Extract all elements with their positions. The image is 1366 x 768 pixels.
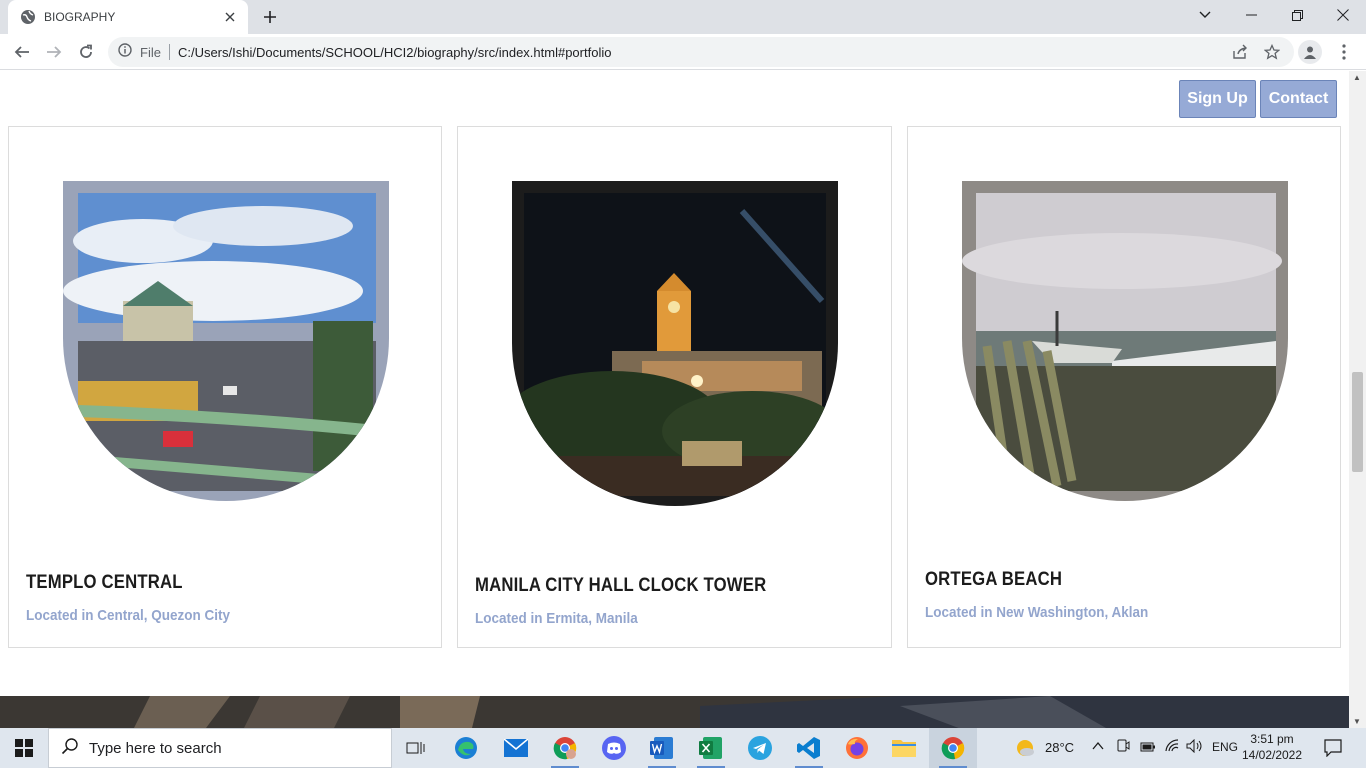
card-location: Located in New Washington, Aklan: [925, 604, 1149, 621]
chevron-up-icon[interactable]: [1092, 739, 1104, 757]
tab-strip: BIOGRAPHY: [0, 0, 1366, 34]
weather-sun-icon[interactable]: [1014, 737, 1036, 764]
task-view-icon[interactable]: [392, 728, 440, 768]
chrome-profile-icon[interactable]: [541, 728, 589, 768]
url-separator: [168, 44, 170, 60]
templo-central-photo: [63, 181, 389, 501]
card-title: MANILA CITY HALL CLOCK TOWER: [475, 575, 767, 596]
scroll-down-arrow-icon[interactable]: ▼: [1353, 717, 1361, 726]
ortega-beach-photo: [962, 181, 1288, 501]
card-location: Located in Central, Quezon City: [26, 607, 231, 624]
meet-now-icon[interactable]: [1116, 739, 1130, 760]
telegram-icon[interactable]: [736, 728, 784, 768]
discord-icon[interactable]: [590, 728, 638, 768]
address-bar[interactable]: File C:/Users/Ishi/Documents/SCHOOL/HCI2…: [108, 37, 1294, 67]
scrollbar-thumb[interactable]: [1352, 372, 1363, 472]
bookmark-star-icon[interactable]: [1258, 37, 1286, 67]
volume-icon[interactable]: [1186, 738, 1204, 758]
search-icon: [61, 737, 79, 760]
battery-icon[interactable]: [1140, 740, 1156, 758]
tab-search-chevron-icon[interactable]: [1182, 0, 1228, 30]
clock-time: 3:51 pm: [1250, 732, 1294, 746]
word-icon[interactable]: [638, 728, 686, 768]
profile-avatar-icon[interactable]: [1298, 40, 1322, 64]
url-text[interactable]: C:/Users/Ishi/Documents/SCHOOL/HCI2/biog…: [178, 45, 612, 60]
minimize-button[interactable]: [1228, 0, 1274, 30]
firefox-icon[interactable]: [833, 728, 881, 768]
forward-button[interactable]: [40, 38, 68, 66]
weather-temperature[interactable]: 28°C: [1045, 740, 1074, 755]
close-tab-icon[interactable]: [222, 9, 238, 25]
contact-button[interactable]: Contact: [1260, 80, 1337, 118]
portfolio-card-ortega-beach[interactable]: ORTEGA BEACH Located in New Washington, …: [907, 126, 1341, 648]
card-title: TEMPLO CENTRAL: [26, 572, 183, 593]
mail-icon[interactable]: [492, 728, 540, 768]
globe-icon: [20, 9, 36, 25]
wifi-icon[interactable]: [1164, 739, 1180, 758]
reload-button[interactable]: [72, 38, 100, 66]
notifications-icon[interactable]: [1324, 739, 1342, 762]
url-scheme-label: File: [140, 44, 161, 60]
restore-button[interactable]: [1274, 0, 1320, 30]
page-scrollbar[interactable]: ▲ ▼: [1349, 71, 1366, 728]
share-icon[interactable]: [1226, 37, 1254, 67]
next-section-background: [0, 696, 1349, 728]
info-icon[interactable]: [118, 42, 132, 62]
edge-icon[interactable]: [442, 728, 490, 768]
signup-button[interactable]: Sign Up: [1179, 80, 1256, 118]
portfolio-card-templo-central[interactable]: TEMPLO CENTRAL Located in Central, Quezo…: [8, 126, 442, 648]
portfolio-card-manila-city-hall[interactable]: MANILA CITY HALL CLOCK TOWER Located in …: [457, 126, 892, 648]
search-placeholder: Type here to search: [89, 739, 222, 757]
new-tab-button[interactable]: [258, 5, 282, 29]
page-viewport: Sign Up Contact TEMPLO CENTRAL Located i…: [0, 71, 1349, 728]
file-explorer-icon[interactable]: [880, 728, 928, 768]
chrome-icon[interactable]: [929, 728, 977, 768]
browser-toolbar: File C:/Users/Ishi/Documents/SCHOOL/HCI2…: [0, 34, 1366, 70]
excel-icon[interactable]: [687, 728, 735, 768]
manila-city-hall-photo: [512, 181, 838, 506]
tab-title: BIOGRAPHY: [44, 10, 116, 24]
clock-date: 14/02/2022: [1241, 748, 1303, 762]
taskbar-search-box[interactable]: Type here to search: [48, 728, 392, 768]
kebab-menu-icon[interactable]: [1334, 40, 1354, 64]
windows-taskbar: Type here to search 28°C ENG 3:51 pm 14/…: [0, 728, 1366, 768]
card-title: ORTEGA BEACH: [925, 569, 1063, 590]
card-location: Located in Ermita, Manila: [475, 610, 638, 627]
browser-tab[interactable]: BIOGRAPHY: [8, 0, 248, 34]
vscode-icon[interactable]: [785, 728, 833, 768]
close-window-button[interactable]: [1320, 0, 1366, 30]
scroll-up-arrow-icon[interactable]: ▲: [1353, 73, 1361, 82]
system-clock[interactable]: 3:51 pm 14/02/2022: [1240, 731, 1304, 763]
windows-start-icon[interactable]: [0, 728, 48, 768]
back-button[interactable]: [8, 38, 36, 66]
language-indicator[interactable]: ENG: [1212, 740, 1238, 754]
